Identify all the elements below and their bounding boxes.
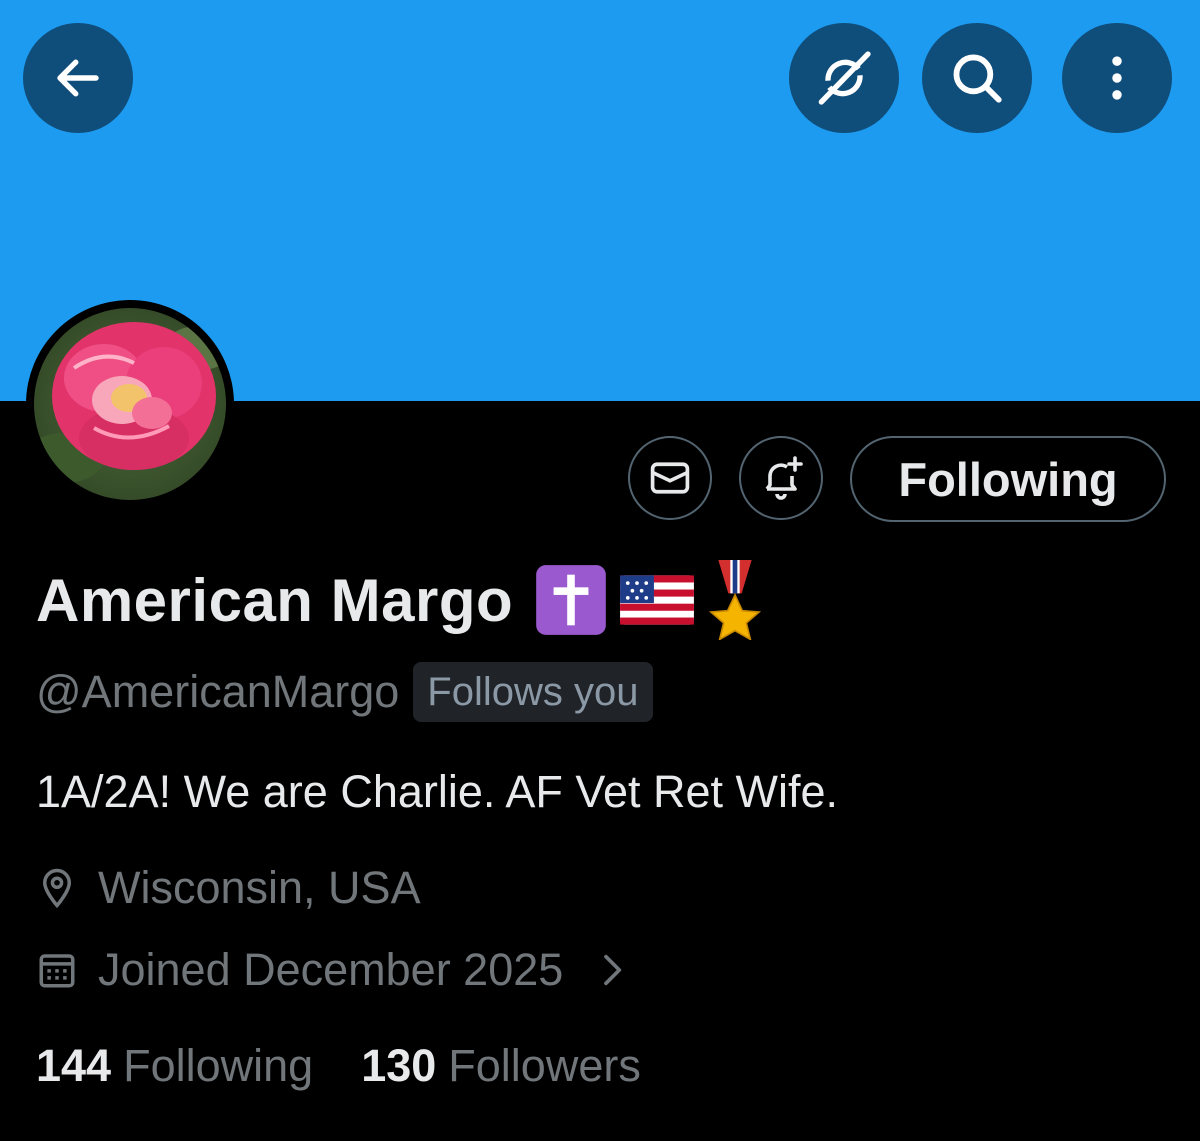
more-button[interactable] (1062, 23, 1172, 133)
more-vertical-icon (1112, 56, 1122, 100)
envelope-icon (650, 462, 690, 494)
location-row: Wisconsin, USA (36, 862, 421, 914)
bell-plus-icon (765, 456, 803, 500)
following-button[interactable]: Following (850, 436, 1166, 522)
joined-row[interactable]: Joined December 2025 (36, 944, 631, 996)
follows-you-badge: Follows you (413, 662, 653, 722)
handle: @AmericanMargo (36, 666, 400, 717)
chevron-right-icon (604, 954, 622, 986)
followers-label: Followers (448, 1040, 641, 1091)
display-name-row: American Margo (36, 560, 765, 640)
search-button[interactable] (922, 23, 1032, 133)
location-pin-icon (42, 868, 72, 909)
joined-text: Joined December 2025 (98, 944, 564, 995)
display-name: American Margo (36, 566, 514, 634)
following-label: Following (123, 1040, 314, 1091)
calendar-icon (39, 954, 75, 988)
notify-button[interactable] (739, 436, 823, 520)
us-flag-emoji (620, 575, 695, 625)
follow-stats: 144 Following 130 Followers (36, 1040, 689, 1092)
military-medal-emoji (709, 560, 762, 640)
rose-photo (34, 308, 226, 500)
latin-cross-emoji (536, 565, 606, 635)
message-button[interactable] (628, 436, 712, 520)
followers-count: 130 (361, 1040, 437, 1091)
followers-stat[interactable]: 130 Followers (361, 1040, 641, 1092)
back-button[interactable] (23, 23, 133, 133)
search-icon (953, 54, 1002, 103)
grok-icon (818, 51, 871, 105)
handle-row: @AmericanMargo Follows you (36, 662, 653, 722)
following-stat[interactable]: 144 Following (36, 1040, 313, 1092)
avatar[interactable] (26, 300, 234, 508)
bio: 1A/2A! We are Charlie. AF Vet Ret Wife. (36, 766, 839, 817)
location-text: Wisconsin, USA (98, 862, 421, 913)
grok-button[interactable] (789, 23, 899, 133)
following-count: 144 (36, 1040, 112, 1091)
arrow-left-icon (57, 59, 99, 97)
